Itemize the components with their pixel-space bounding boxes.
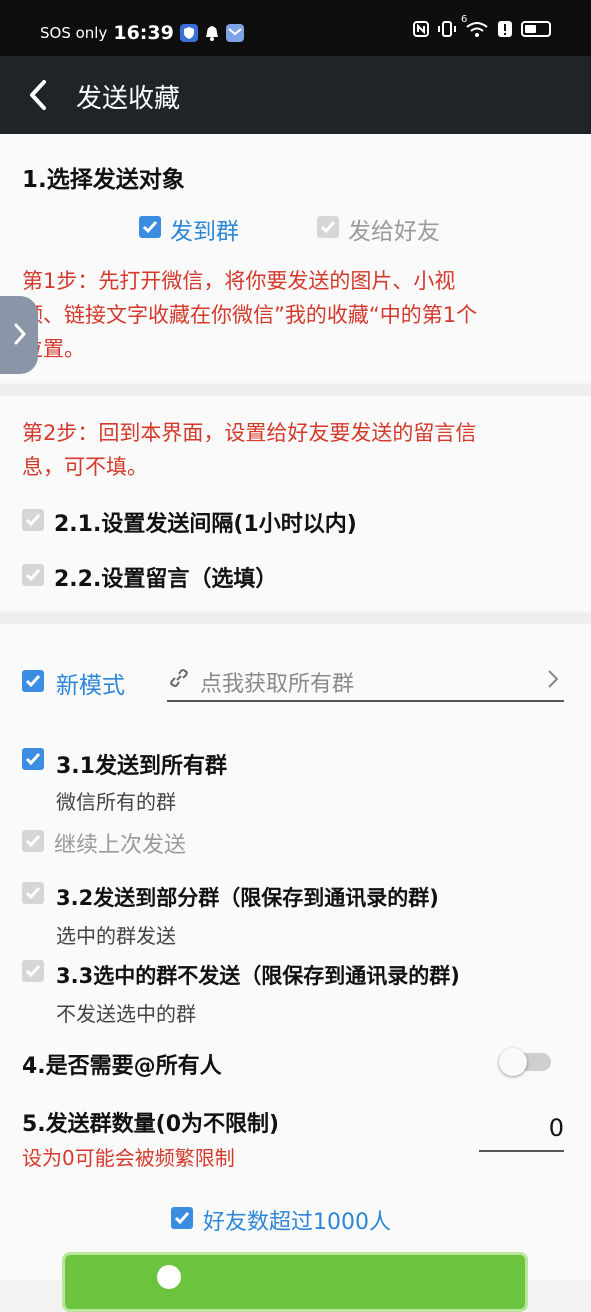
group-count-input[interactable]: 0	[479, 1114, 564, 1152]
app-bar: 发送收藏	[0, 56, 591, 134]
all-groups-label[interactable]: 3.1发送到所有群	[56, 748, 227, 780]
alert-icon	[497, 20, 513, 38]
step2-line2: 息，可不填。	[22, 455, 148, 479]
link-icon	[167, 666, 191, 690]
all-groups-sub: 微信所有的群	[56, 790, 176, 814]
chevron-right-icon	[546, 668, 560, 690]
some-groups-sub: 选中的群发送	[56, 924, 176, 948]
side-drawer-handle[interactable]	[0, 296, 38, 374]
fetch-groups-placeholder: 点我获取所有群	[200, 672, 355, 697]
wifi-icon: 6	[461, 14, 489, 38]
toggle-knob	[499, 1048, 527, 1076]
some-groups-checkbox[interactable]	[22, 882, 44, 904]
message-checkbox[interactable]	[22, 564, 44, 586]
step1-line1: 第1步：先打开微信，将你要发送的图片、小视	[22, 269, 456, 293]
new-mode-label[interactable]: 新模式	[56, 666, 125, 700]
continue-label[interactable]: 继续上次发送	[54, 827, 186, 859]
section-groups: 新模式 点我获取所有群 3.1发送到所有群 微信所有的群 继续上次发送 3.2发…	[0, 624, 591, 1280]
at-all-label: 4.是否需要@所有人	[22, 1054, 222, 1079]
battery-icon	[521, 21, 551, 37]
page-title: 发送收藏	[76, 84, 181, 114]
at-all-toggle[interactable]	[499, 1048, 553, 1076]
continue-checkbox[interactable]	[22, 830, 44, 852]
over-1000-label[interactable]: 好友数超过1000人	[203, 1204, 391, 1236]
group-count-label: 5.发送群数量(0为不限制)	[22, 1112, 280, 1137]
divider	[0, 612, 591, 624]
exclude-groups-sub: 不发送选中的群	[56, 1002, 196, 1026]
step2-line1: 第2步：回到本界面，设置给好友要发送的留言信	[22, 421, 477, 445]
new-mode-checkbox[interactable]	[22, 670, 44, 692]
start-button[interactable]	[62, 1252, 528, 1312]
all-groups-checkbox[interactable]	[22, 748, 44, 770]
status-right: 6	[413, 14, 551, 38]
section-target: 1.选择发送对象 发到群 发给好友 第1步：先打开微信，将你要发送的图片、小视 …	[0, 134, 591, 382]
back-icon[interactable]	[24, 78, 54, 112]
exclude-groups-checkbox[interactable]	[22, 960, 44, 982]
content: 1.选择发送对象 发到群 发给好友 第1步：先打开微信，将你要发送的图片、小视 …	[0, 134, 591, 1280]
status-left: SOS only 16:39	[40, 22, 244, 44]
vibrate-icon	[437, 20, 457, 38]
bell-icon	[204, 24, 220, 42]
shield-icon	[179, 24, 198, 42]
message-label[interactable]: 2.2.设置留言（选填）	[54, 561, 277, 593]
network-type: 6	[461, 14, 468, 25]
status-bar: SOS only 16:39 6	[0, 0, 591, 56]
send-to-group-label[interactable]: 发到群	[170, 212, 239, 246]
send-to-friend-checkbox[interactable]	[317, 216, 339, 238]
nfc-icon	[413, 20, 429, 38]
carrier-text: SOS only	[40, 24, 108, 42]
send-to-group-checkbox[interactable]	[139, 216, 161, 238]
send-to-friend-label[interactable]: 发给好友	[348, 212, 440, 246]
fetch-groups-field[interactable]: 点我获取所有群	[167, 662, 564, 702]
section-heading-target: 1.选择发送对象	[22, 167, 185, 193]
group-count-value: 0	[548, 1114, 564, 1142]
over-1000-checkbox[interactable]	[171, 1207, 193, 1229]
exclude-groups-label[interactable]: 3.3选中的群不发送（限保存到通讯录的群)	[56, 960, 460, 990]
play-icon	[157, 1265, 181, 1289]
clock: 16:39	[113, 22, 174, 44]
section-settings: 第2步：回到本界面，设置给好友要发送的留言信 息，可不填。 2.1.设置发送间隔…	[0, 396, 591, 610]
interval-label[interactable]: 2.1.设置发送间隔(1小时以内)	[54, 506, 357, 538]
divider	[0, 384, 591, 396]
interval-checkbox[interactable]	[22, 509, 44, 531]
chevron-right-icon	[14, 323, 27, 345]
group-count-warning: 设为0可能会被频繁限制	[22, 1146, 235, 1170]
step1-line2: 频、链接文字收藏在你微信”我的收藏“中的第1个	[22, 303, 478, 327]
mail-icon	[225, 24, 244, 42]
some-groups-label[interactable]: 3.2发送到部分群（限保存到通讯录的群)	[56, 882, 439, 912]
